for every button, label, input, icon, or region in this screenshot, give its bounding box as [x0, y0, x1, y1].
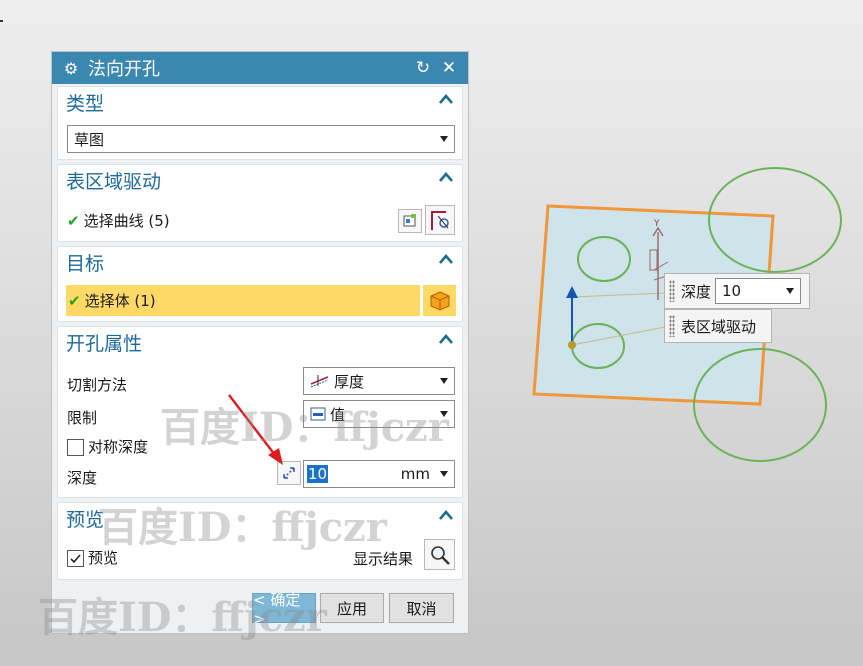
- drag-handle-icon[interactable]: [669, 280, 675, 302]
- drag-handle-icon[interactable]: [669, 315, 675, 337]
- chevron-down-icon: [786, 288, 795, 294]
- depth-popup: 深度 10: [664, 273, 810, 309]
- origin-point[interactable]: [568, 341, 576, 349]
- popup-depth-input[interactable]: 10: [715, 278, 802, 304]
- popup-region-label: 表区域驱动: [681, 317, 757, 336]
- popup-depth-value: 10: [722, 282, 742, 300]
- popup-depth-label: 深度: [681, 282, 712, 301]
- axis-label: Y: [653, 219, 660, 229]
- region-drive-popup[interactable]: 表区域驱动: [664, 309, 772, 343]
